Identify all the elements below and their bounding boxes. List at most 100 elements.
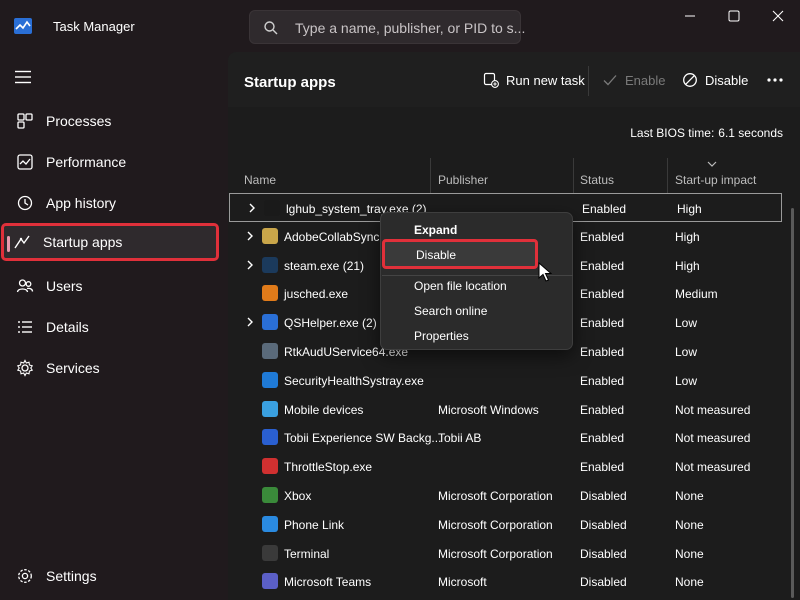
active-indicator (7, 236, 10, 252)
column-header-startup-impact[interactable]: Start-up impact (675, 173, 756, 187)
bios-value: 6.1 seconds (718, 126, 783, 140)
run-new-task-label: Run new task (506, 73, 585, 88)
column-header-name[interactable]: Name (244, 173, 276, 187)
app-name: QSHelper.exe (2) (284, 316, 377, 331)
maximize-icon[interactable] (724, 6, 744, 26)
column-divider[interactable] (667, 158, 668, 194)
sidebar-item-label: App history (46, 195, 117, 211)
sidebar-item-details[interactable]: Details (4, 308, 222, 346)
search-input[interactable]: Type a name, publisher, or PID to s... (295, 20, 525, 36)
app-icon (262, 573, 278, 590)
app-name: Microsoft Teams (284, 575, 372, 590)
app-icon (262, 314, 278, 331)
sidebar-item-users[interactable]: Users (4, 267, 222, 305)
chevron-right-icon[interactable] (247, 202, 257, 214)
app-icon (262, 515, 278, 532)
sidebar-item-label: Processes (46, 113, 112, 129)
app-name: Xbox (284, 489, 312, 503)
column-divider[interactable] (430, 158, 431, 194)
hamburger-menu-icon[interactable] (14, 70, 32, 84)
publisher: Tobii AB (438, 431, 482, 446)
app-icon (262, 544, 278, 561)
table-row[interactable]: Tobii Experience SW Backg... Tobii AB Enab… (228, 423, 788, 452)
publisher: Microsoft Corporation (438, 546, 553, 561)
enable-button[interactable]: Enable (602, 68, 665, 94)
startup-impact: Not measured (675, 431, 751, 446)
app-name: SecurityHealthSystray.exe (284, 373, 424, 388)
app-icon (262, 487, 278, 503)
minimize-icon[interactable] (680, 6, 700, 26)
chevron-right-icon[interactable] (245, 259, 255, 271)
startup-impact: None (675, 546, 704, 561)
run-new-task-button[interactable]: Run new task (483, 68, 585, 94)
status: Disabled (580, 489, 627, 503)
bios-time: Last BIOS time: 6.1 seconds (630, 126, 783, 140)
context-menu-search-online[interactable]: Search online (385, 299, 569, 323)
status: Disabled (580, 517, 627, 532)
status: Disabled (580, 546, 627, 561)
sidebar-item-processes[interactable]: Processes (4, 102, 222, 140)
sidebar-item-app-history[interactable]: App history (4, 184, 222, 222)
table-row[interactable]: Mobile devices Microsoft Windows Enabled No… (228, 395, 788, 424)
sidebar-item-settings[interactable]: Settings (4, 557, 222, 595)
column-header-publisher[interactable]: Publisher (438, 173, 488, 187)
table-row[interactable]: Microsoft Teams Microsoft Disabled None (228, 567, 788, 596)
sidebar-item-performance[interactable]: Performance (4, 143, 222, 181)
startup-impact: High (675, 229, 700, 244)
status: Enabled (580, 229, 625, 244)
app-name: ThrottleStop.exe (284, 460, 373, 475)
column-header-status[interactable]: Status (580, 173, 614, 187)
more-options-icon[interactable] (765, 70, 785, 90)
app-icon (262, 429, 278, 446)
context-menu-disable[interactable]: Disable (382, 239, 538, 269)
users-icon (16, 279, 34, 293)
context-menu-item-label: Search online (414, 304, 488, 318)
startup-impact: Low (675, 373, 698, 388)
app-icon (262, 227, 278, 244)
disable-button[interactable]: Disable (682, 68, 752, 94)
table-row[interactable]: Phone Link Microsoft Corporation Disabled N… (228, 510, 788, 539)
disable-label: Disable (705, 73, 749, 88)
sidebar-item-label: Services (46, 360, 100, 376)
app-icon (262, 458, 278, 475)
run-new-task-icon (483, 72, 499, 88)
title-bar: Task Manager Type a name, publisher, or … (0, 0, 800, 52)
sort-chevron-down-icon[interactable] (707, 160, 717, 168)
startup-impact: None (675, 489, 704, 503)
app-history-icon (17, 195, 33, 211)
startup-impact: None (675, 517, 704, 532)
sidebar-item-services[interactable]: Services (4, 349, 222, 387)
startup-impact: Low (675, 345, 698, 359)
publisher: Microsoft Corporation (438, 489, 553, 503)
table-row[interactable]: Terminal Microsoft Corporation Disabled Non… (228, 539, 788, 568)
chevron-right-icon[interactable] (245, 316, 255, 328)
chevron-right-icon[interactable] (245, 230, 255, 242)
services-icon (16, 359, 34, 377)
app-name: Mobile devices (284, 402, 364, 417)
details-icon (18, 321, 32, 333)
app-icon (262, 256, 278, 273)
table-row[interactable]: SecurityHealthSystray.exe Enabled Low (228, 366, 788, 395)
app-name: jusched.exe (284, 287, 349, 302)
toolbar-divider (588, 66, 589, 96)
table-row[interactable]: ThrottleStop.exe Enabled Not measured (228, 452, 788, 481)
startup-apps-icon (14, 235, 30, 249)
sidebar-item-startup-apps[interactable]: Startup apps (1, 223, 219, 261)
app-title: Task Manager (53, 19, 135, 34)
status: Enabled (580, 258, 625, 273)
sidebar-item-label: Startup apps (43, 234, 123, 250)
status: Enabled (580, 373, 625, 388)
search-box[interactable]: Type a name, publisher, or PID to s... (249, 10, 525, 44)
close-icon[interactable] (768, 6, 788, 26)
vertical-scrollbar[interactable] (791, 208, 794, 598)
startup-impact: High (677, 202, 702, 216)
context-menu-item-label: Open file location (414, 279, 507, 293)
table-row[interactable]: Xbox Microsoft Corporation Disabled None (228, 481, 788, 510)
sidebar-item-label: Users (46, 278, 83, 294)
column-divider[interactable] (573, 158, 574, 194)
startup-impact: Not measured (675, 402, 751, 417)
context-menu-item-label: Disable (416, 248, 457, 262)
context-menu-properties[interactable]: Properties (385, 324, 569, 348)
startup-impact: None (675, 575, 704, 590)
status: Enabled (580, 345, 625, 359)
